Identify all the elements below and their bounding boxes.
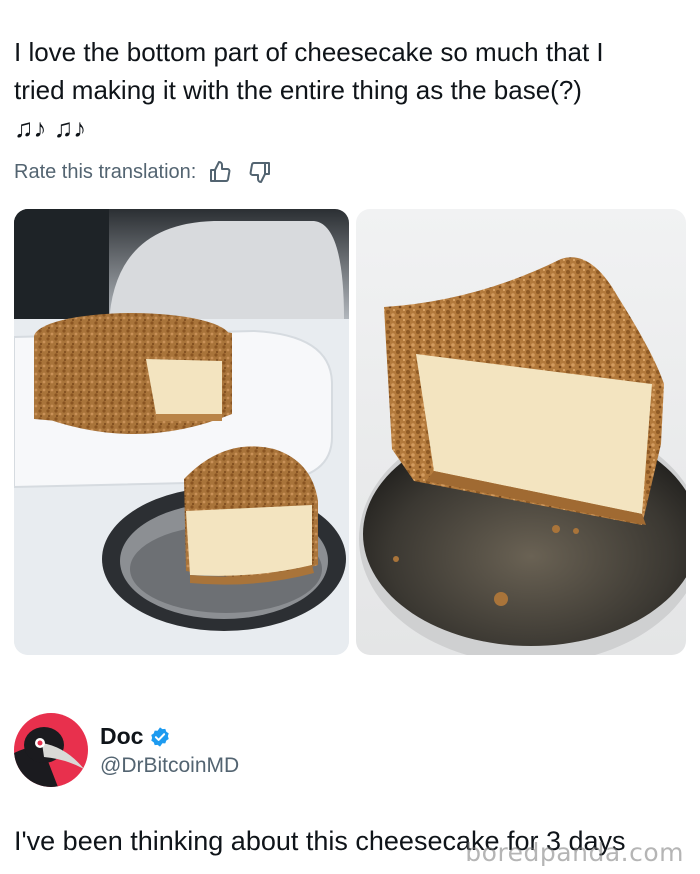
avatar[interactable] [14,712,88,787]
whole-cheesecake-photo[interactable] [14,209,349,655]
media-grid [14,209,686,655]
post-text-line: I love the bottom part of cheesecake so … [14,37,604,67]
post-text-line: tried making it with the entire thing as… [14,75,582,105]
cheesecake-slice-image [356,209,686,655]
display-name-row: Doc [100,723,239,750]
plague-doctor-avatar-icon [14,712,88,787]
watermark: boredpanda.com [465,838,684,867]
post-text: I love the bottom part of cheesecake so … [14,33,686,147]
thumbs-up-button[interactable] [204,157,236,187]
post-text-line: ♫♪ ♫♪ [14,113,87,143]
reply-profile: Doc @DrBitcoinMD [14,712,239,787]
thumbs-down-button[interactable] [244,157,276,187]
rate-translation-label: Rate this translation: [14,160,197,183]
thumbs-down-icon [249,162,271,183]
whole-cheesecake-image [14,209,349,655]
user-handle[interactable]: @DrBitcoinMD [100,754,239,778]
thumbs-up-icon [210,161,231,182]
cheesecake-slice-closeup-photo[interactable] [356,209,686,655]
display-name[interactable]: Doc [100,723,143,750]
verified-badge-icon [151,726,170,747]
reply-author: Doc @DrBitcoinMD [100,721,239,778]
rate-translation-row: Rate this translation: [14,157,276,187]
